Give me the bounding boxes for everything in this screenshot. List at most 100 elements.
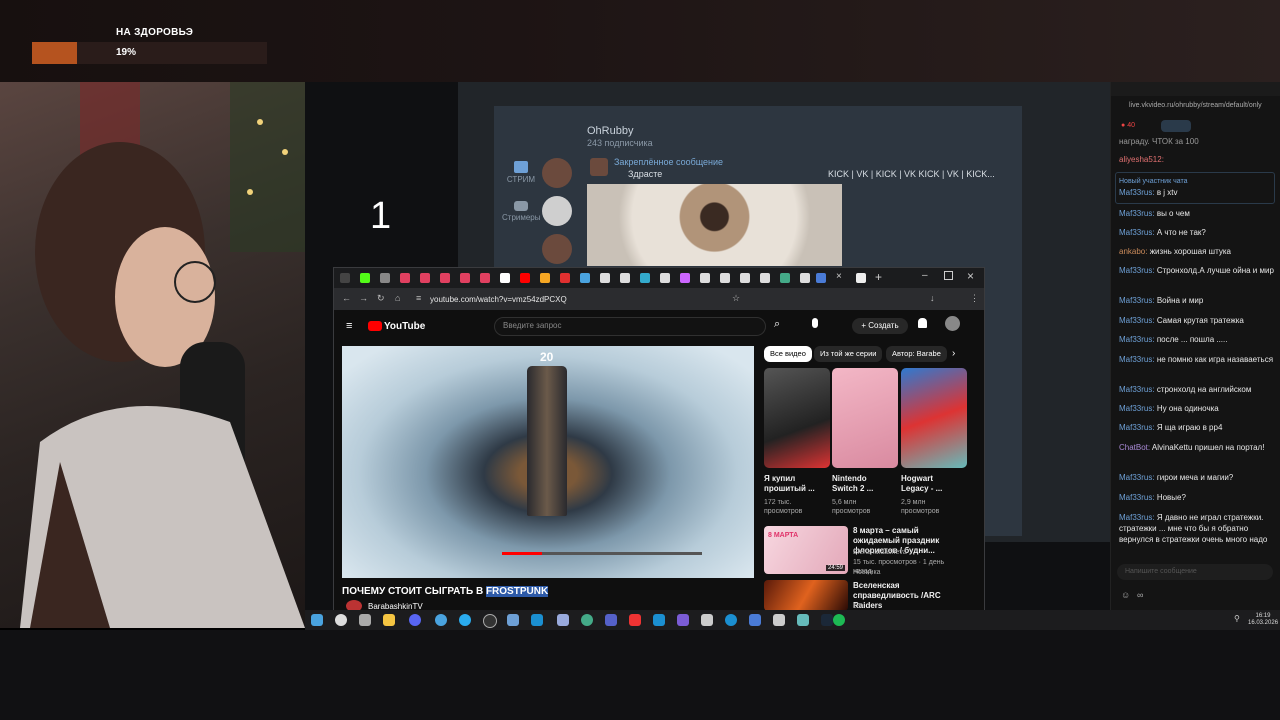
chat-username[interactable]: Maf33rus: <box>1119 316 1155 325</box>
tab[interactable] <box>856 273 866 283</box>
mic-icon[interactable] <box>812 318 818 328</box>
chat-username[interactable]: Maf33rus: <box>1119 296 1155 305</box>
star-icon[interactable]: ☆ <box>732 293 740 304</box>
task-view-icon[interactable] <box>359 614 371 626</box>
close-window-icon[interactable]: × <box>967 269 974 283</box>
spotify-icon[interactable] <box>833 614 845 626</box>
maximize-icon[interactable] <box>944 271 953 280</box>
app-icon[interactable] <box>677 614 689 626</box>
vk-channel-name[interactable]: OhRubby <box>587 125 633 137</box>
tab-search-icon[interactable] <box>340 273 350 283</box>
download-icon[interactable]: ↓ <box>930 293 935 303</box>
short-title[interactable]: Nintendo Switch 2 ... <box>832 474 888 494</box>
chip-all-videos[interactable]: Все видео <box>764 346 812 362</box>
app-icon[interactable] <box>557 614 569 626</box>
tab[interactable] <box>460 273 470 283</box>
minimize-icon[interactable]: – <box>922 270 928 281</box>
chat-username[interactable]: Maf33rus: <box>1119 335 1155 344</box>
emoji-icon[interactable]: ☺ <box>1121 590 1130 600</box>
tab[interactable] <box>580 273 590 283</box>
tab[interactable] <box>440 273 450 283</box>
chat-url[interactable]: live.vkvideo.ru/ohrubby/stream/default/o… <box>1129 102 1262 109</box>
short-thumbnail[interactable] <box>764 368 830 468</box>
vk-pinned-label[interactable]: Закреплённое сообщение <box>614 157 723 167</box>
app-icon[interactable] <box>773 614 785 626</box>
avatar[interactable] <box>542 234 572 264</box>
url-field[interactable]: youtube.com/watch?v=vmz54zdPCXQ <box>430 295 567 304</box>
chat-username[interactable]: ankabo: <box>1119 247 1147 256</box>
chip-same-series[interactable]: Из той же серии <box>814 346 883 362</box>
tab[interactable] <box>380 273 390 283</box>
youtube-logo[interactable]: YouTube <box>368 321 425 332</box>
short-thumbnail[interactable] <box>901 368 967 468</box>
tab[interactable] <box>540 273 550 283</box>
recommended-thumbnail[interactable] <box>764 580 848 611</box>
search-icon[interactable] <box>335 614 347 626</box>
tab[interactable] <box>660 273 670 283</box>
tab[interactable] <box>720 273 730 283</box>
menu-icon[interactable]: ⋮ <box>970 293 979 304</box>
chat-username[interactable]: aliyesha512: <box>1119 155 1164 164</box>
chevron-right-icon[interactable]: › <box>952 348 955 359</box>
chat-username[interactable]: Maf33rus: <box>1119 355 1155 364</box>
chat-username[interactable]: Maf33rus: <box>1119 266 1155 275</box>
search-icon[interactable]: ⌕ <box>774 318 780 331</box>
chat-username[interactable]: ChatBot: <box>1119 443 1150 452</box>
search-input[interactable]: Введите запрос <box>494 317 766 336</box>
chat-username[interactable]: Maf33rus: <box>1119 404 1155 413</box>
hamburger-icon[interactable]: ≡ <box>346 320 352 332</box>
app-icon[interactable] <box>581 614 593 626</box>
site-info-icon[interactable]: ≡ <box>416 293 421 303</box>
back-icon[interactable]: ← <box>342 293 351 303</box>
tab[interactable] <box>520 273 530 283</box>
tab-active[interactable] <box>816 273 826 283</box>
video-player[interactable]: 20 <box>342 346 754 578</box>
app-icon[interactable] <box>531 614 543 626</box>
tab[interactable] <box>640 273 650 283</box>
app-icon[interactable] <box>653 614 665 626</box>
chat-username[interactable]: Maf33rus: <box>1119 385 1155 394</box>
network-icon[interactable]: ⚲ <box>1234 614 1240 623</box>
yandex-icon[interactable] <box>629 614 641 626</box>
recommended-channel[interactable]: Elena Iuldasheva <box>853 548 961 557</box>
recommended-thumbnail[interactable]: 8 МАРТА 24:59 <box>764 526 848 574</box>
chat-username[interactable]: Maf33rus: <box>1119 473 1155 482</box>
tab[interactable] <box>740 273 750 283</box>
app-icon[interactable] <box>701 614 713 626</box>
avatar[interactable] <box>542 158 572 188</box>
tab[interactable] <box>360 273 370 283</box>
app-icon[interactable] <box>749 614 761 626</box>
chat-input[interactable]: Напишите сообщение <box>1117 564 1273 580</box>
vk-streamers-tab[interactable]: Стримеры <box>502 201 541 222</box>
forward-icon[interactable]: → <box>359 293 368 303</box>
tab[interactable] <box>500 273 510 283</box>
app-icon[interactable] <box>797 614 809 626</box>
short-title[interactable]: Я купил прошитый ... <box>764 474 820 494</box>
start-icon[interactable] <box>311 614 323 626</box>
tab[interactable] <box>420 273 430 283</box>
tab[interactable] <box>760 273 770 283</box>
chat-username[interactable]: Maf33rus: <box>1119 493 1155 502</box>
bell-icon[interactable] <box>918 318 927 328</box>
discord-icon[interactable] <box>409 614 421 626</box>
tab[interactable] <box>700 273 710 283</box>
chrome-icon[interactable] <box>435 614 447 626</box>
infinity-icon[interactable]: ∞ <box>1137 590 1143 600</box>
new-tab-icon[interactable]: + <box>875 270 882 284</box>
chat-username[interactable]: Maf33rus: <box>1119 209 1155 218</box>
create-button[interactable]: + Создать <box>852 318 908 334</box>
home-icon[interactable]: ⌂ <box>395 293 400 303</box>
tab[interactable] <box>560 273 570 283</box>
chat-username[interactable]: Maf33rus: <box>1119 423 1155 432</box>
chat-username[interactable]: Maf33rus: <box>1119 513 1155 522</box>
chip-author[interactable]: Автор: Barabe <box>886 346 947 362</box>
short-thumbnail[interactable] <box>832 368 898 468</box>
app-icon[interactable] <box>507 614 519 626</box>
app-icon[interactable] <box>605 614 617 626</box>
steam-icon[interactable] <box>821 614 833 626</box>
reload-icon[interactable]: ↻ <box>377 293 385 304</box>
chat-username[interactable]: Maf33rus: <box>1119 188 1155 197</box>
short-title[interactable]: Hogwart Legacy - ... <box>901 474 957 494</box>
file-explorer-icon[interactable] <box>383 614 395 626</box>
tab[interactable] <box>600 273 610 283</box>
